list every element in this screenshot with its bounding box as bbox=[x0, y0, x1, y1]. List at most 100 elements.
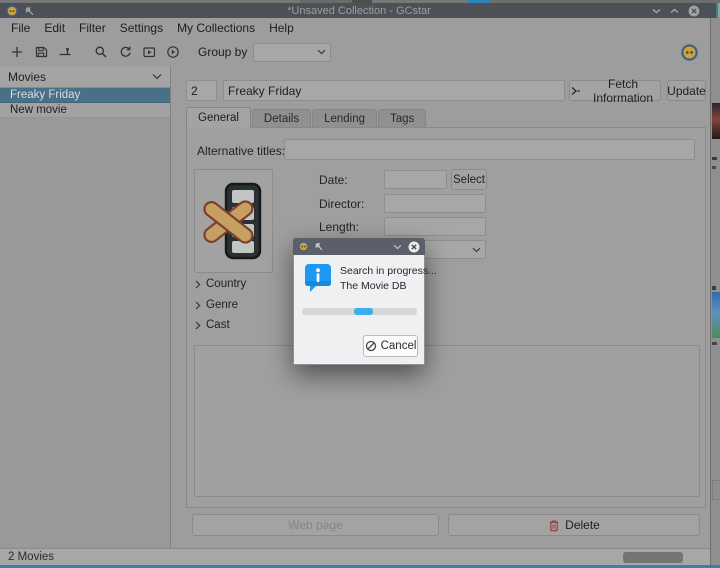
search-progressbar bbox=[302, 308, 417, 315]
alternative-titles-label: Alternative titles: bbox=[197, 144, 285, 158]
menu-help[interactable]: Help bbox=[262, 19, 301, 37]
section-label: Genre bbox=[206, 299, 238, 311]
gcstar-logo bbox=[681, 44, 698, 61]
titlebar[interactable]: *Unsaved Collection - GCstar bbox=[0, 3, 718, 18]
background-poster-fragment bbox=[712, 292, 720, 338]
trash-icon bbox=[548, 519, 560, 532]
length-input[interactable] bbox=[384, 217, 486, 236]
item-title-input[interactable] bbox=[223, 80, 565, 101]
close-button[interactable] bbox=[408, 241, 420, 253]
background-text-fragment bbox=[712, 157, 717, 160]
dialog-body: Search in progress... The Movie DB Cance… bbox=[293, 255, 425, 365]
status-progress-indicator bbox=[623, 552, 683, 563]
alternative-titles-input[interactable] bbox=[284, 139, 695, 160]
gcstar-logo-icon bbox=[6, 5, 18, 17]
background-window-sliver bbox=[710, 18, 720, 565]
select-date-button[interactable]: Select bbox=[451, 169, 487, 190]
menu-file[interactable]: File bbox=[4, 19, 37, 37]
minimize-button[interactable] bbox=[652, 8, 661, 14]
update-button[interactable]: Update bbox=[667, 80, 706, 101]
maximize-button[interactable] bbox=[670, 8, 679, 14]
dialog-titlebar[interactable] bbox=[293, 238, 425, 255]
general-tab-panel: Alternative titles: bbox=[186, 127, 706, 508]
gcstar-window: *Unsaved Collection - GCstar File Edit F… bbox=[0, 0, 720, 568]
tab-label: Details bbox=[264, 113, 299, 125]
delete-button[interactable]: Delete bbox=[448, 514, 700, 536]
section-label: Country bbox=[206, 278, 246, 290]
plus-icon bbox=[10, 45, 24, 59]
chevron-down-icon bbox=[472, 247, 481, 253]
update-label: Update bbox=[667, 84, 706, 98]
background-poster-fragment bbox=[712, 103, 720, 139]
director-label: Director: bbox=[319, 197, 364, 211]
tab-details[interactable]: Details bbox=[252, 109, 311, 128]
status-item-count: 2 Movies bbox=[8, 551, 54, 563]
progress-fill bbox=[354, 308, 374, 315]
save-icon bbox=[34, 45, 48, 59]
sidebar-item-label: Freaky Friday bbox=[10, 89, 80, 101]
poster-placeholder[interactable] bbox=[194, 169, 273, 273]
date-input[interactable] bbox=[384, 170, 447, 189]
dialog-message-line2: The Movie DB bbox=[340, 279, 437, 294]
menu-filter[interactable]: Filter bbox=[72, 19, 113, 37]
item-number-input[interactable] bbox=[186, 80, 217, 101]
date-label: Date: bbox=[319, 173, 348, 187]
shade-button[interactable] bbox=[393, 244, 402, 250]
tab-tags[interactable]: Tags bbox=[378, 109, 426, 128]
group-by-select[interactable] bbox=[253, 43, 331, 62]
filmstrip-missing-image-icon bbox=[202, 178, 266, 264]
menu-settings[interactable]: Settings bbox=[113, 19, 170, 37]
sidebar-header-label: Movies bbox=[8, 70, 46, 84]
pin-icon[interactable] bbox=[24, 6, 34, 16]
web-page-label: Web page bbox=[288, 518, 343, 532]
search-button[interactable] bbox=[90, 41, 112, 63]
tab-lending[interactable]: Lending bbox=[312, 109, 377, 128]
detail-area: Fetch Information Update General Details… bbox=[171, 66, 710, 548]
cancel-button[interactable]: Cancel bbox=[363, 335, 418, 357]
cancel-label: Cancel bbox=[381, 340, 417, 352]
pin-icon[interactable] bbox=[314, 242, 323, 251]
chevron-right-icon bbox=[195, 280, 201, 289]
section-country[interactable]: Country bbox=[195, 278, 246, 290]
select-label: Select bbox=[453, 174, 485, 186]
search-progress-dialog: Search in progress... The Movie DB Cance… bbox=[293, 238, 425, 365]
add-item-button[interactable] bbox=[6, 41, 28, 63]
tab-general[interactable]: General bbox=[186, 107, 251, 128]
tab-bar: General Details Lending Tags bbox=[186, 107, 427, 128]
background-box-fragment bbox=[712, 480, 720, 500]
menu-my-collections[interactable]: My Collections bbox=[170, 19, 262, 37]
dialog-message-line1: Search in progress... bbox=[340, 264, 437, 279]
sidebar-item-freaky-friday[interactable]: Freaky Friday bbox=[0, 88, 170, 103]
chevron-right-icon bbox=[195, 321, 201, 330]
length-label: Length: bbox=[319, 220, 359, 234]
delete-label: Delete bbox=[565, 518, 600, 532]
background-text-fragment bbox=[712, 166, 716, 169]
refresh-button[interactable] bbox=[114, 41, 136, 63]
sidebar-item-new-movie[interactable]: New movie bbox=[0, 103, 170, 118]
fetch-information-label: Fetch Information bbox=[586, 77, 660, 105]
tab-label: General bbox=[198, 112, 239, 124]
save-button[interactable] bbox=[30, 41, 52, 63]
search-icon bbox=[94, 45, 108, 59]
gcstar-logo-icon bbox=[298, 241, 309, 252]
dialog-message: Search in progress... The Movie DB bbox=[340, 264, 437, 294]
window-title: *Unsaved Collection - GCstar bbox=[0, 5, 718, 17]
properties-button[interactable] bbox=[54, 41, 76, 63]
image-window-icon bbox=[142, 45, 156, 59]
menu-edit[interactable]: Edit bbox=[37, 19, 72, 37]
statusbar: 2 Movies bbox=[0, 548, 710, 565]
sidebar-item-label: New movie bbox=[10, 104, 67, 116]
web-page-button[interactable]: Web page bbox=[192, 514, 439, 536]
image-window-button[interactable] bbox=[138, 41, 160, 63]
director-input[interactable] bbox=[384, 194, 486, 213]
random-item-button[interactable] bbox=[162, 41, 184, 63]
section-genre[interactable]: Genre bbox=[195, 299, 238, 311]
sidebar: Movies Freaky Friday New movie bbox=[0, 66, 171, 548]
section-cast[interactable]: Cast bbox=[195, 319, 230, 331]
close-button[interactable] bbox=[688, 5, 700, 17]
menubar: File Edit Filter Settings My Collections… bbox=[0, 18, 710, 38]
comment-area[interactable] bbox=[194, 345, 700, 497]
sidebar-header-movies[interactable]: Movies bbox=[0, 66, 170, 88]
fetch-information-button[interactable]: Fetch Information bbox=[569, 80, 661, 101]
fetch-icon bbox=[570, 85, 581, 97]
